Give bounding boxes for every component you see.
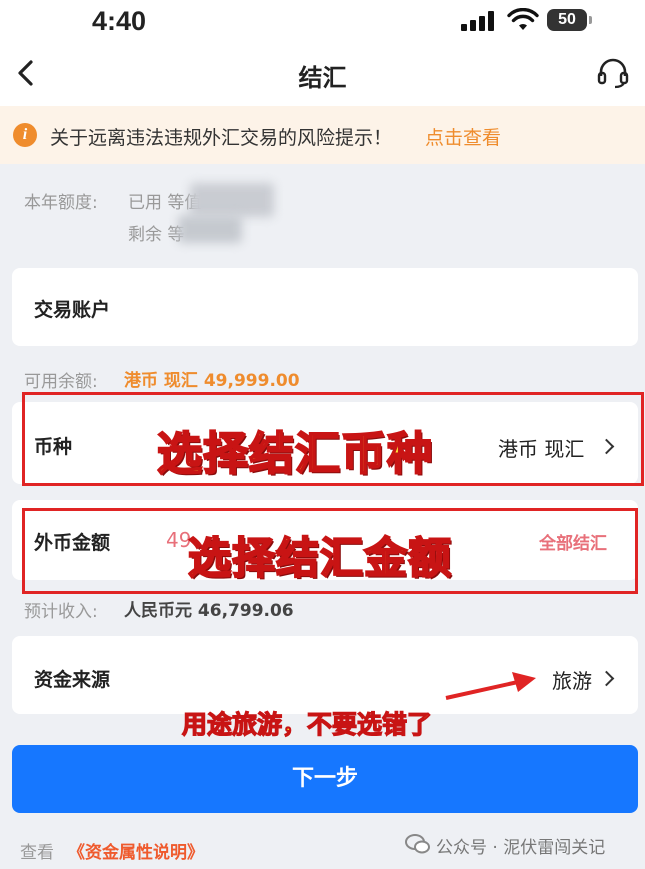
redaction-blur	[190, 183, 274, 217]
notice-text: 关于远离违法违规外汇交易的风险提示！	[50, 127, 393, 149]
signal-icon	[461, 11, 495, 31]
status-bar: 4:40 50	[0, 0, 645, 42]
available-balance-label: 可用余额:	[24, 372, 98, 392]
quota-remaining: 剩余 等	[128, 225, 185, 245]
annotation-currency: 选择结汇币种	[156, 426, 434, 481]
estimate-value: 人民币元 46,799.06	[124, 601, 294, 621]
available-balance-value: 港币 现汇 49,999.00	[124, 371, 300, 391]
nav-bar: 结汇	[0, 42, 645, 106]
next-step-button[interactable]: 下一步	[12, 745, 638, 813]
account-row[interactable]: 交易账户	[12, 268, 638, 346]
annotation-arrow	[445, 672, 536, 700]
page-title: 结汇	[298, 64, 347, 92]
redaction-blur	[178, 215, 242, 243]
battery-icon: 50	[547, 9, 592, 31]
annotation-amount: 选择结汇金额	[187, 533, 452, 585]
fund-source-label: 资金来源	[34, 669, 111, 691]
estimate-label: 预计收入:	[24, 602, 98, 622]
info-icon: i	[13, 123, 37, 147]
notice-view-link[interactable]: 点击查看	[425, 123, 501, 150]
fund-source-row[interactable]: 资金来源 旅游	[12, 636, 638, 714]
footer-see-label: 查看	[20, 843, 54, 863]
chevron-right-icon	[598, 670, 615, 687]
wechat-icon	[405, 834, 430, 854]
headset-icon[interactable]	[596, 56, 630, 90]
fund-source-value: 旅游	[552, 669, 592, 693]
risk-notice-banner: i 关于远离违法违规外汇交易的风险提示！ 点击查看	[0, 106, 645, 164]
watermark-text: 公众号 · 泥伏雷闯关记	[436, 838, 606, 858]
status-time: 4:40	[92, 6, 147, 36]
wifi-icon	[507, 8, 539, 30]
annotation-purpose: 用途旅游，不要选错了	[181, 709, 433, 739]
account-label: 交易账户	[34, 299, 111, 321]
fund-property-link[interactable]: 《资金属性说明》	[68, 838, 204, 863]
quota-label: 本年额度:	[24, 193, 98, 213]
